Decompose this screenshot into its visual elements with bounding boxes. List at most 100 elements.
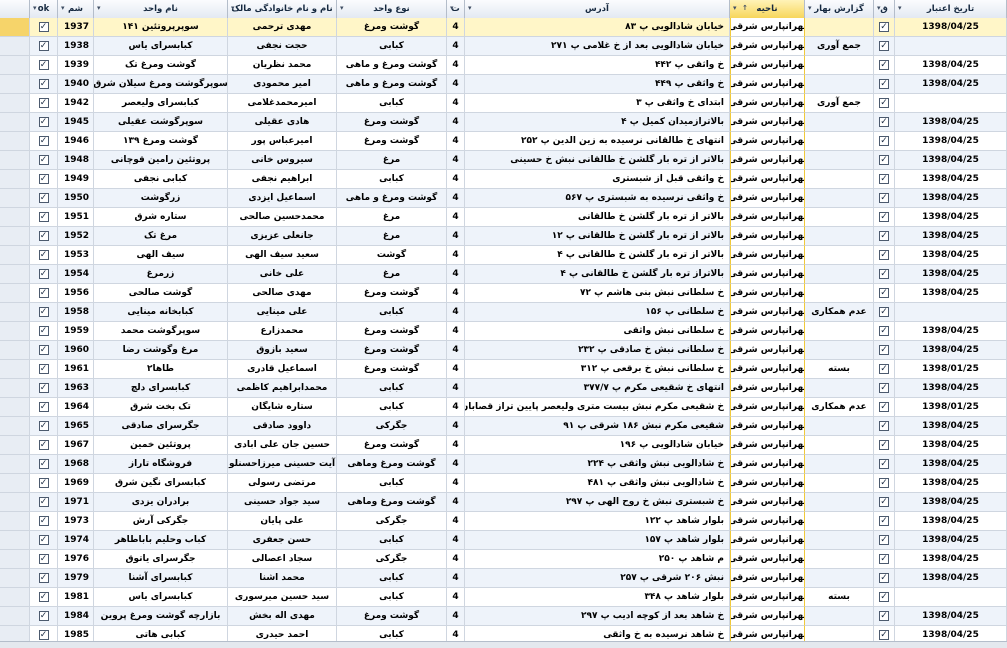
checkbox[interactable]: ✓ [879,41,889,51]
record-selector[interactable] [0,132,30,151]
cell-date[interactable]: 1398/04/25 [895,341,1007,360]
cell-report[interactable] [805,170,874,189]
checkbox[interactable]: ✓ [879,421,889,431]
cell-date[interactable]: 1398/04/25 [895,379,1007,398]
cell-id[interactable]: 1974 [58,531,94,550]
cell-unit[interactable]: کبابسرای ولیعصر [94,94,228,113]
checkbox[interactable]: ✓ [38,554,49,564]
checkbox[interactable]: ✓ [38,421,49,431]
cell-q[interactable]: ✓ [874,379,895,398]
cell-owner[interactable]: آیت حسینی میرزاحسنلو [228,455,337,474]
cell-type[interactable]: گوشت ومرغ و ماهی [337,75,447,94]
cell-unit[interactable]: مرغ تک [94,227,228,246]
cell-owner[interactable]: محمد نظریان [228,56,337,75]
cell-owner[interactable]: حسن جعفری [228,531,337,550]
checkbox[interactable]: ✓ [38,288,49,298]
cell-owner[interactable]: مرتضی رسولی [228,474,337,493]
cell-ok[interactable]: ✓ [30,94,58,113]
cell-address[interactable]: خ شبستری نبش خ روح الهی پ ۲۹۷ [465,493,730,512]
cell-unit[interactable]: سوپرپروتئین ۱۴۱ [94,18,228,37]
cell-type[interactable]: گوشت ومرغ [337,341,447,360]
checkbox[interactable]: ✓ [879,98,889,108]
chevron-down-icon[interactable]: ▾ [468,4,472,12]
record-selector[interactable] [0,531,30,550]
checkbox[interactable]: ✓ [38,345,49,355]
cell-owner[interactable]: محمدحسین صالحی [228,208,337,227]
cell-unit[interactable]: سوپرگوشت عقیلی [94,113,228,132]
table-row[interactable]: 1398/04/25 ✓ تهرانپارس شرقی خ سلطانی نبش خ … [0,341,1007,360]
checkbox[interactable]: ✓ [879,516,889,526]
record-selector[interactable] [0,303,30,322]
cell-id[interactable]: 1940 [58,75,94,94]
cell-ok[interactable]: ✓ [30,398,58,417]
cell-q[interactable]: ✓ [874,170,895,189]
table-row[interactable]: 1398/04/25 ✓ تهرانپارس شرقی خ واثقی پ ۴۴۹ 4 گ… [0,75,1007,94]
cell-t[interactable]: 4 [447,531,465,550]
cell-ok[interactable]: ✓ [30,113,58,132]
table-row[interactable]: 1398/04/25 ✓ تهرانپارس شرقی خیابان شادالویی… [0,436,1007,455]
cell-type[interactable]: جگرکی [337,550,447,569]
cell-ok[interactable]: ✓ [30,550,58,569]
checkbox[interactable]: ✓ [38,174,49,184]
table-row[interactable]: 1398/04/25 ✓ تهرانپارس شرقی خ واثقی پ ۴۴۲ 4 گ… [0,56,1007,75]
cell-owner[interactable]: ابراهیم نجفی [228,170,337,189]
cell-address[interactable]: بلوار شاهد پ ۱۵۷ [465,531,730,550]
cell-district[interactable]: تهرانپارس شرقی [730,75,805,94]
checkbox[interactable]: ✓ [879,459,889,469]
cell-address[interactable]: خیابان شادالویی بعد از خ غلامی پ ۲۷۱ [465,37,730,56]
cell-unit[interactable]: بازارچه گوشت ومرغ پروین [94,607,228,626]
cell-date[interactable]: 1398/04/25 [895,284,1007,303]
cell-district[interactable]: تهرانپارس شرقی [730,265,805,284]
cell-type[interactable]: مرغ [337,208,447,227]
cell-address[interactable]: خ سلطانی نبش خ برقعی پ ۳۱۲ [465,360,730,379]
cell-district[interactable]: تهرانپارس شرقی [730,303,805,322]
cell-owner[interactable]: سید جواد حسینی [228,493,337,512]
cell-unit[interactable]: کبابسرای دلچ [94,379,228,398]
cell-district[interactable]: تهرانپارس شرقی [730,170,805,189]
cell-t[interactable]: 4 [447,246,465,265]
checkbox[interactable]: ✓ [879,364,889,374]
cell-date[interactable]: 1398/04/25 [895,436,1007,455]
checkbox[interactable]: ✓ [879,79,889,89]
cell-q[interactable]: ✓ [874,455,895,474]
cell-report[interactable] [805,132,874,151]
cell-t[interactable]: 4 [447,227,465,246]
cell-q[interactable]: ✓ [874,113,895,132]
record-selector[interactable] [0,284,30,303]
cell-unit[interactable]: کباب وحلیم باباطاهر [94,531,228,550]
checkbox[interactable]: ✓ [38,402,49,412]
cell-district[interactable]: تهرانپارس شرقی [730,474,805,493]
cell-t[interactable]: 4 [447,18,465,37]
cell-date[interactable] [895,303,1007,322]
chevron-down-icon[interactable]: ▾ [733,4,737,12]
cell-q[interactable]: ✓ [874,512,895,531]
checkbox[interactable]: ✓ [879,402,889,412]
cell-owner[interactable]: حجت نجفی [228,37,337,56]
cell-t[interactable]: 4 [447,37,465,56]
cell-owner[interactable]: محمدابراهیم کاظمی [228,379,337,398]
cell-address[interactable]: انتهای خ شقیعی مکرم پ ۳۷۷/۷ [465,379,730,398]
cell-owner[interactable]: سجاد اعصالی [228,550,337,569]
cell-id[interactable]: 1950 [58,189,94,208]
cell-ok[interactable]: ✓ [30,493,58,512]
record-selector[interactable] [0,398,30,417]
cell-t[interactable]: 4 [447,56,465,75]
cell-report[interactable]: عدم همکاری [805,303,874,322]
cell-id[interactable]: 1971 [58,493,94,512]
cell-date[interactable] [895,588,1007,607]
cell-ok[interactable]: ✓ [30,227,58,246]
cell-ok[interactable]: ✓ [30,322,58,341]
record-selector[interactable] [0,360,30,379]
cell-report[interactable] [805,455,874,474]
column-header-ok[interactable]: ok ▾ [30,0,58,18]
table-row[interactable]: 1398/04/25 ✓ تهرانپارس شرقی شقیعی مکرم نبش … [0,417,1007,436]
cell-date[interactable]: 1398/04/25 [895,189,1007,208]
cell-ok[interactable]: ✓ [30,132,58,151]
cell-t[interactable]: 4 [447,75,465,94]
cell-q[interactable]: ✓ [874,436,895,455]
cell-address[interactable]: بلوار شاهد پ ۱۲۲ [465,512,730,531]
cell-district[interactable]: تهرانپارس شرقی [730,246,805,265]
cell-id[interactable]: 1958 [58,303,94,322]
checkbox[interactable]: ✓ [38,117,49,127]
cell-owner[interactable]: امیرعباس پور [228,132,337,151]
